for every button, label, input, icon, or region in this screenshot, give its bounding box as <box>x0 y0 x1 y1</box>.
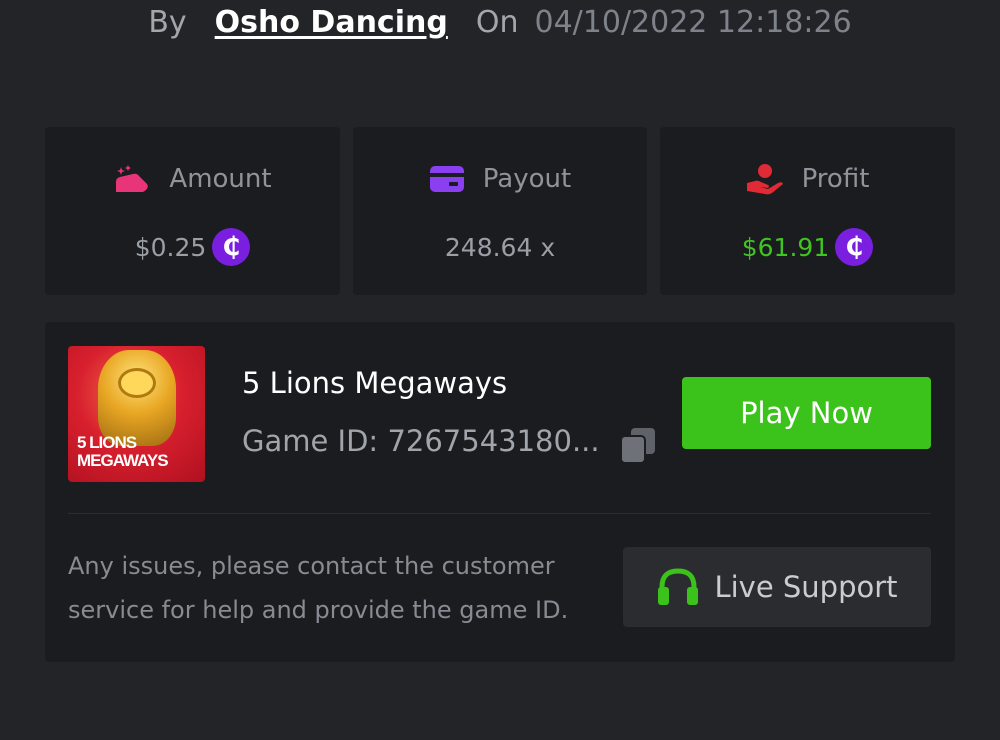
headset-icon <box>658 568 699 605</box>
stat-amount-header: Amount <box>45 161 340 197</box>
stat-profit-label: Profit <box>801 164 870 194</box>
by-label: By <box>148 4 187 40</box>
lion-face-image <box>118 368 156 398</box>
game-thumbnail[interactable]: 5 LIONS MEGAWAYS <box>68 346 205 482</box>
stat-amount-value-row: $0.25 ₵ <box>45 227 340 267</box>
game-id-value: 7267543180... <box>387 424 600 458</box>
stat-payout-value-row: 248.64 x <box>353 227 647 267</box>
stat-profit-header: Profit <box>660 161 955 197</box>
stat-payout-value: 248.64 x <box>444 232 556 262</box>
game-id: Game ID: 7267543180... <box>242 424 610 458</box>
thumbnail-logo-line1: 5 LIONS <box>77 433 137 452</box>
play-now-button[interactable]: Play Now <box>682 377 931 449</box>
hand-coin-icon <box>746 164 783 195</box>
stat-payout-label: Payout <box>482 164 572 194</box>
bet-amount-icon <box>116 165 149 192</box>
stat-amount: Amount $0.25 ₵ <box>45 127 340 295</box>
stat-amount-label: Amount <box>169 164 272 194</box>
game-card: 5 LIONS MEGAWAYS 5 Lions Megaways Game I… <box>45 322 955 662</box>
currency-coin-icon: ₵ <box>835 228 874 266</box>
bet-detail-page: By Osho Dancing On 04/10/2022 12:18:26 A… <box>0 0 1000 740</box>
lion-statue-image <box>98 350 176 446</box>
username-link[interactable]: Osho Dancing <box>215 5 448 40</box>
game-id-label: Game ID: <box>242 424 379 458</box>
bet-byline: By Osho Dancing On 04/10/2022 12:18:26 <box>0 0 1000 44</box>
stat-amount-value: $0.25 <box>134 232 207 262</box>
copy-icon[interactable] <box>619 426 657 464</box>
stat-profit-value: $61.91 <box>741 232 830 262</box>
stat-profit-value-row: $61.91 ₵ <box>660 227 955 267</box>
bet-stats: Amount $0.25 ₵ Payout 248.64 x Profit $6… <box>45 127 955 295</box>
support-help-text: Any issues, please contact the customer … <box>68 552 569 624</box>
live-support-label: Live Support <box>714 570 898 604</box>
bet-datetime: 04/10/2022 12:18:26 <box>534 4 852 40</box>
stat-payout-header: Payout <box>353 161 647 197</box>
card-icon <box>429 166 464 192</box>
currency-coin-icon: ₵ <box>212 228 251 266</box>
on-label: On <box>475 4 519 40</box>
thumbnail-logo-text: 5 LIONS MEGAWAYS <box>77 433 169 470</box>
stat-profit: Profit $61.91 ₵ <box>660 127 955 295</box>
live-support-button[interactable]: Live Support <box>623 547 931 627</box>
thumbnail-logo-line2: MEGAWAYS <box>77 451 169 470</box>
stat-payout: Payout 248.64 x <box>353 127 647 295</box>
divider <box>68 513 931 514</box>
game-title: 5 Lions Megaways <box>242 366 508 400</box>
